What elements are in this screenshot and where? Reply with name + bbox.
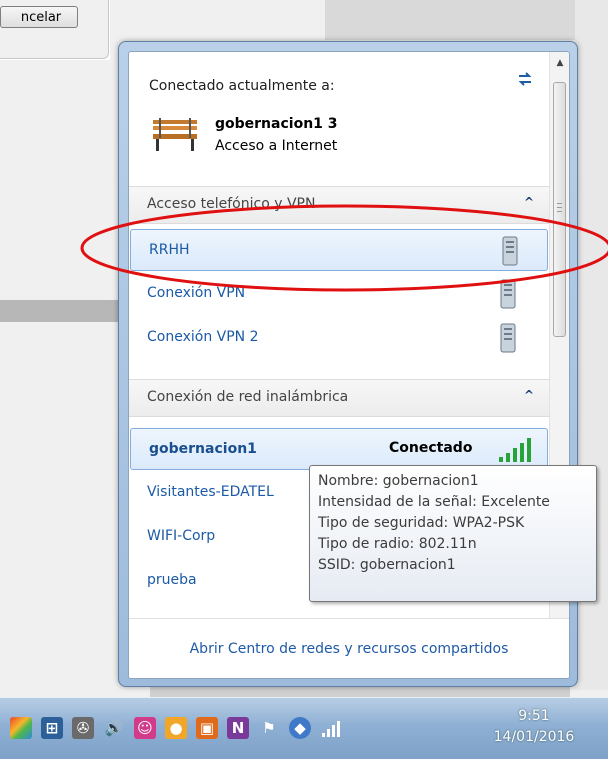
app-orange-icon[interactable]: ● bbox=[165, 717, 187, 739]
network-tooltip: Nombre: gobernacion1 Intensidad de la se… bbox=[309, 465, 597, 602]
section-label: Conexión de red inalámbrica bbox=[147, 389, 349, 405]
windows-logo-icon[interactable] bbox=[10, 717, 32, 739]
vpn-server-icon bbox=[500, 323, 516, 353]
wifi-item-label: Visitantes-EDATEL bbox=[147, 484, 274, 500]
background-window-top bbox=[325, 0, 575, 40]
app-green-icon[interactable]: ▣ bbox=[196, 717, 218, 739]
wifi-item-label: WIFI-Corp bbox=[147, 528, 216, 544]
wifi-item-label: prueba bbox=[147, 572, 197, 588]
tooltip-line: Tipo de radio: 802.11n bbox=[318, 536, 477, 552]
taskbar-clock[interactable]: 9:51 14/01/2016 bbox=[460, 706, 608, 748]
flag-icon[interactable]: ⚑ bbox=[258, 717, 280, 739]
vpn-item-label: Conexión VPN 2 bbox=[147, 329, 259, 345]
network-signal-icon[interactable] bbox=[320, 717, 342, 739]
section-wireless[interactable]: Conexión de red inalámbrica ^ bbox=[129, 379, 549, 417]
shield-icon[interactable]: ◆ bbox=[289, 717, 311, 739]
wifi-signal-icon bbox=[499, 438, 531, 462]
tooltip-line: SSID: gobernacion1 bbox=[318, 557, 456, 573]
clock-time: 9:51 bbox=[518, 708, 550, 724]
wifi-status: Conectado bbox=[389, 440, 473, 456]
taskbar: ⊞ ✇ 🔊 ☺ ● ▣ N ⚑ ◆ 9:51 14/01/2016 bbox=[0, 697, 608, 759]
tooltip-line: Tipo de seguridad: WPA2-PSK bbox=[318, 515, 525, 531]
cancel-button[interactable]: ncelar bbox=[0, 6, 78, 28]
refresh-arrows-icon[interactable] bbox=[513, 68, 537, 92]
clock-date: 14/01/2016 bbox=[493, 729, 575, 745]
connected-header: Conectado actualmente a: bbox=[149, 78, 335, 94]
speaker-icon[interactable]: 🔊 bbox=[103, 717, 125, 739]
park-bench-icon bbox=[153, 118, 197, 151]
wifi-item-gobernacion1[interactable]: gobernacion1 Conectado bbox=[130, 428, 548, 470]
scroll-up-icon[interactable]: ▲ bbox=[555, 58, 565, 68]
grid-icon[interactable]: ⊞ bbox=[41, 717, 63, 739]
background-dialog: ncelar bbox=[0, 0, 109, 59]
vpn-item-conexion-vpn-2[interactable]: Conexión VPN 2 bbox=[129, 317, 549, 359]
app-red-icon[interactable]: ☺ bbox=[134, 717, 156, 739]
usb-plug-icon[interactable]: ✇ bbox=[72, 717, 94, 739]
tooltip-line: Intensidad de la señal: Excelente bbox=[318, 494, 550, 510]
onenote-icon[interactable]: N bbox=[227, 717, 249, 739]
tooltip-line: Nombre: gobernacion1 bbox=[318, 473, 479, 489]
current-network-access: Acceso a Internet bbox=[215, 138, 338, 154]
red-annotation-ellipse bbox=[80, 204, 608, 292]
current-network-name: gobernacion1 3 bbox=[215, 116, 338, 132]
wifi-item-label: gobernacion1 bbox=[149, 441, 257, 457]
background-bar bbox=[0, 300, 125, 322]
collapse-chevron-icon[interactable]: ^ bbox=[524, 388, 534, 402]
network-center-link[interactable]: Abrir Centro de redes y recursos compart… bbox=[129, 618, 569, 678]
